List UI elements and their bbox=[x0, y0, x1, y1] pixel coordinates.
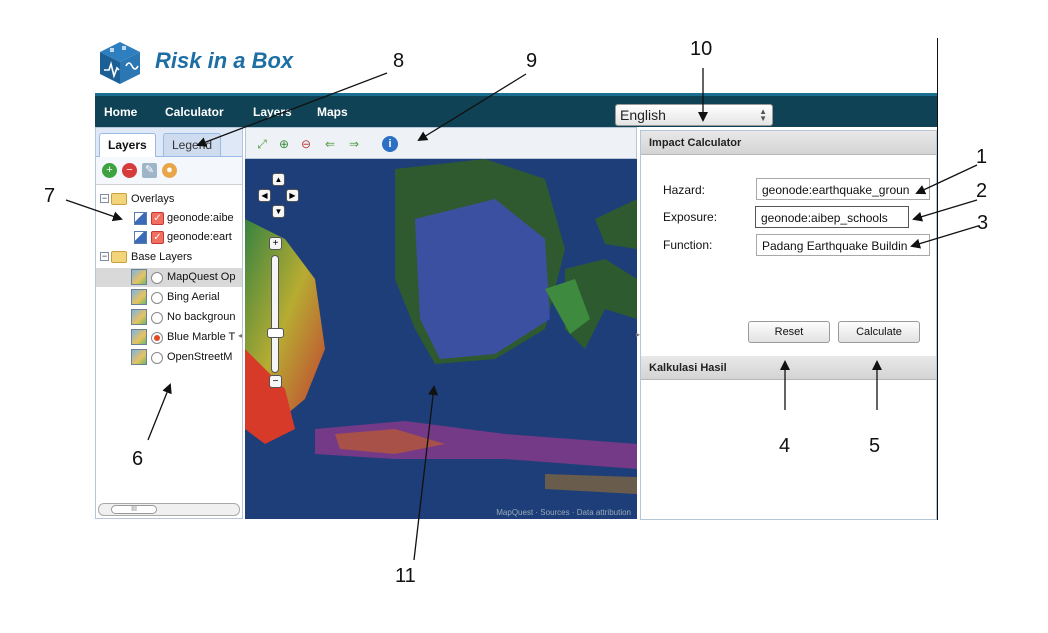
callout-1: 1 bbox=[976, 146, 988, 168]
callout-7: 7 bbox=[44, 185, 56, 207]
callout-9: 9 bbox=[526, 50, 538, 72]
callout-8: 8 bbox=[393, 50, 405, 72]
callout-4: 4 bbox=[779, 435, 791, 457]
callout-6: 6 bbox=[132, 448, 144, 470]
callout-2: 2 bbox=[976, 180, 988, 202]
callout-3: 3 bbox=[977, 212, 989, 234]
callout-5: 5 bbox=[869, 435, 881, 457]
callout-arrows bbox=[65, 68, 979, 561]
callout-10: 10 bbox=[690, 38, 713, 60]
callout-11: 11 bbox=[395, 565, 416, 587]
